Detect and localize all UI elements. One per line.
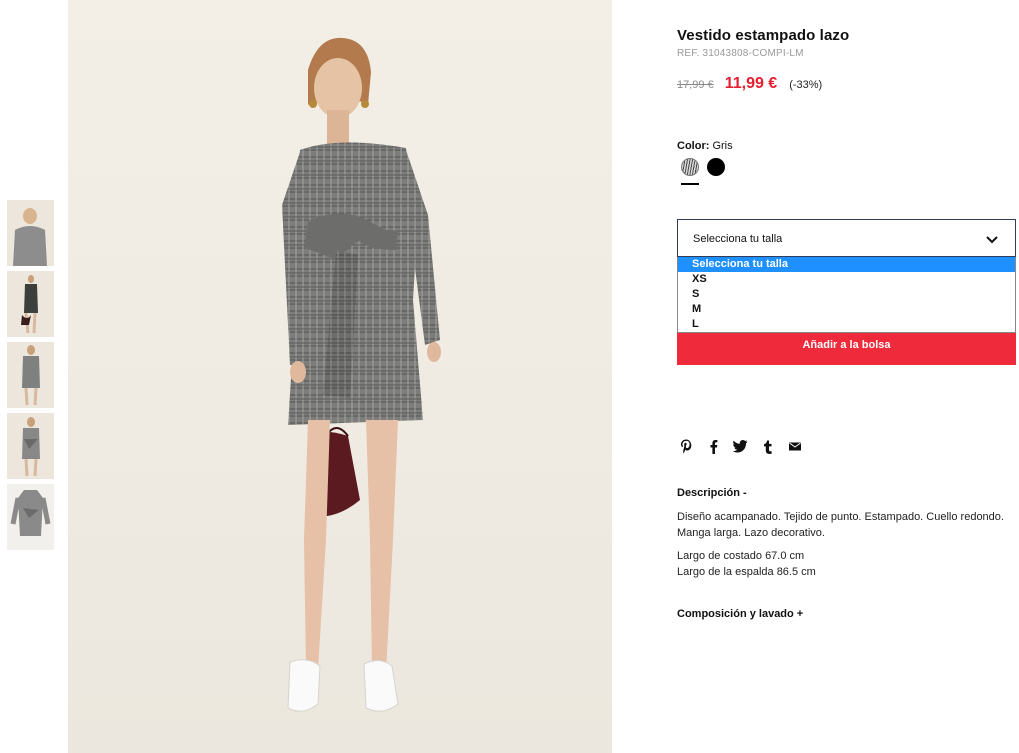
thumbnail-2[interactable]: [7, 271, 54, 337]
size-option[interactable]: M: [678, 302, 1015, 317]
chevron-down-icon: [986, 236, 998, 244]
size-option[interactable]: Selecciona tu talla: [678, 257, 1015, 272]
size-select-value: Selecciona tu talla: [693, 233, 783, 245]
selected-swatch-indicator: [681, 183, 699, 185]
discount-badge: (-33%): [789, 79, 823, 91]
twitter-icon[interactable]: [733, 439, 748, 454]
thumbnail-image: [7, 271, 54, 337]
description-text: Diseño acampanado. Tejido de punto. Esta…: [677, 511, 1004, 539]
description-heading[interactable]: Descripción -: [677, 487, 747, 499]
sale-price: 11,99 €: [724, 75, 778, 92]
color-swatches: [681, 158, 725, 176]
thumbnail-image: [7, 342, 54, 408]
thumbnail-image: [7, 413, 54, 479]
color-row: Color: Gris: [677, 140, 733, 152]
size-dropdown-list: Selecciona tu talla XS S M L: [677, 257, 1016, 333]
thumbnail-strip: [7, 200, 55, 555]
size-select[interactable]: Selecciona tu talla: [677, 219, 1016, 257]
product-title: Vestido estampado lazo: [677, 27, 850, 44]
thumbnail-5[interactable]: [7, 484, 54, 550]
price-row: 17,99 € 11,99 € (-33%): [677, 75, 822, 93]
size-option[interactable]: S: [678, 287, 1015, 302]
thumbnail-3[interactable]: [7, 342, 54, 408]
email-icon[interactable]: [787, 439, 802, 454]
thumbnail-1[interactable]: [7, 200, 54, 266]
swatch-grey[interactable]: [681, 158, 699, 176]
original-price: 17,99 €: [677, 79, 714, 91]
swatch-black[interactable]: [707, 158, 725, 176]
tumblr-icon[interactable]: [760, 439, 775, 454]
side-length: Largo de costado 67.0 cm: [677, 550, 805, 562]
thumbnail-image: [7, 484, 54, 550]
facebook-icon[interactable]: [706, 439, 721, 454]
model-photo: [68, 0, 612, 753]
color-label: Color:: [677, 140, 710, 152]
thumbnail-4[interactable]: [7, 413, 54, 479]
composition-heading[interactable]: Composición y lavado +: [677, 608, 803, 620]
size-option[interactable]: L: [678, 317, 1015, 332]
back-length: Largo de la espalda 86.5 cm: [677, 566, 816, 578]
thumbnail-image: [7, 200, 54, 266]
share-icons: [679, 439, 802, 454]
size-option[interactable]: XS: [678, 272, 1015, 287]
color-value: Gris: [712, 140, 733, 152]
pinterest-icon[interactable]: [679, 439, 694, 454]
product-main-image[interactable]: [68, 0, 612, 753]
product-reference: REF. 31043808-COMPI-LM: [677, 48, 804, 59]
